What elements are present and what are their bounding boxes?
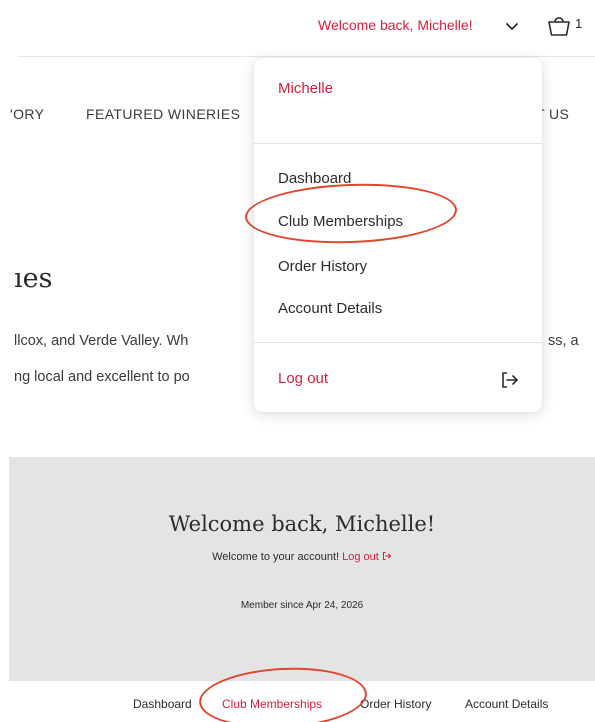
dropdown-user-name: Michelle <box>278 80 334 97</box>
banner-subtitle-row: Welcome to your account! Log out <box>9 551 595 563</box>
banner-title: Welcome back, Michelle! <box>168 512 436 536</box>
dropdown-item-dashboard[interactable]: Dashboard <box>278 170 351 187</box>
tab-account-details[interactable]: Account Details <box>465 697 548 711</box>
dropdown-divider <box>254 143 542 144</box>
dropdown-item-club-memberships[interactable]: Club Memberships <box>278 213 403 230</box>
logout-icon[interactable] <box>500 370 520 390</box>
tab-order-history[interactable]: Order History <box>360 697 431 711</box>
dropdown-logout-link[interactable]: Log out <box>278 370 328 387</box>
page-heading: ıes <box>14 263 53 294</box>
banner-logout-link[interactable]: Log out <box>342 551 392 563</box>
chevron-down-icon[interactable] <box>504 18 520 34</box>
banner-subtitle: Welcome to your account! <box>212 551 340 563</box>
dropdown-divider <box>254 342 542 343</box>
account-welcome-banner: Welcome back, Michelle! Welcome to your … <box>9 457 595 681</box>
tab-dashboard[interactable]: Dashboard <box>133 697 192 711</box>
site-header: Welcome back, Michelle! 1 <box>0 0 595 56</box>
nav-history[interactable]: 'ORY <box>10 106 44 122</box>
shopping-bag-icon[interactable] <box>546 12 572 38</box>
nav-featured-wineries[interactable]: FEATURED WINERIES <box>86 106 240 122</box>
header-divider <box>18 56 595 57</box>
dropdown-item-account-details[interactable]: Account Details <box>278 300 382 317</box>
intro-text-line-1: llcox, and Verde Valley. Wh <box>14 333 189 349</box>
account-menu-toggle[interactable]: Welcome back, Michelle! <box>318 17 473 33</box>
cart-count-badge: 1 <box>575 16 583 31</box>
banner-logout-label[interactable]: Log out <box>342 551 379 563</box>
dropdown-item-order-history[interactable]: Order History <box>278 258 367 275</box>
tab-club-memberships[interactable]: Club Memberships <box>222 697 322 711</box>
intro-text-line-1-end: ss, a <box>548 333 579 349</box>
member-since-text: Member since Apr 24, 2026 <box>240 600 364 611</box>
account-dropdown-menu: Michelle Dashboard Club Memberships Orde… <box>254 58 542 412</box>
logout-icon[interactable] <box>382 551 392 561</box>
intro-text-line-2: ng local and excellent to po <box>14 369 190 385</box>
